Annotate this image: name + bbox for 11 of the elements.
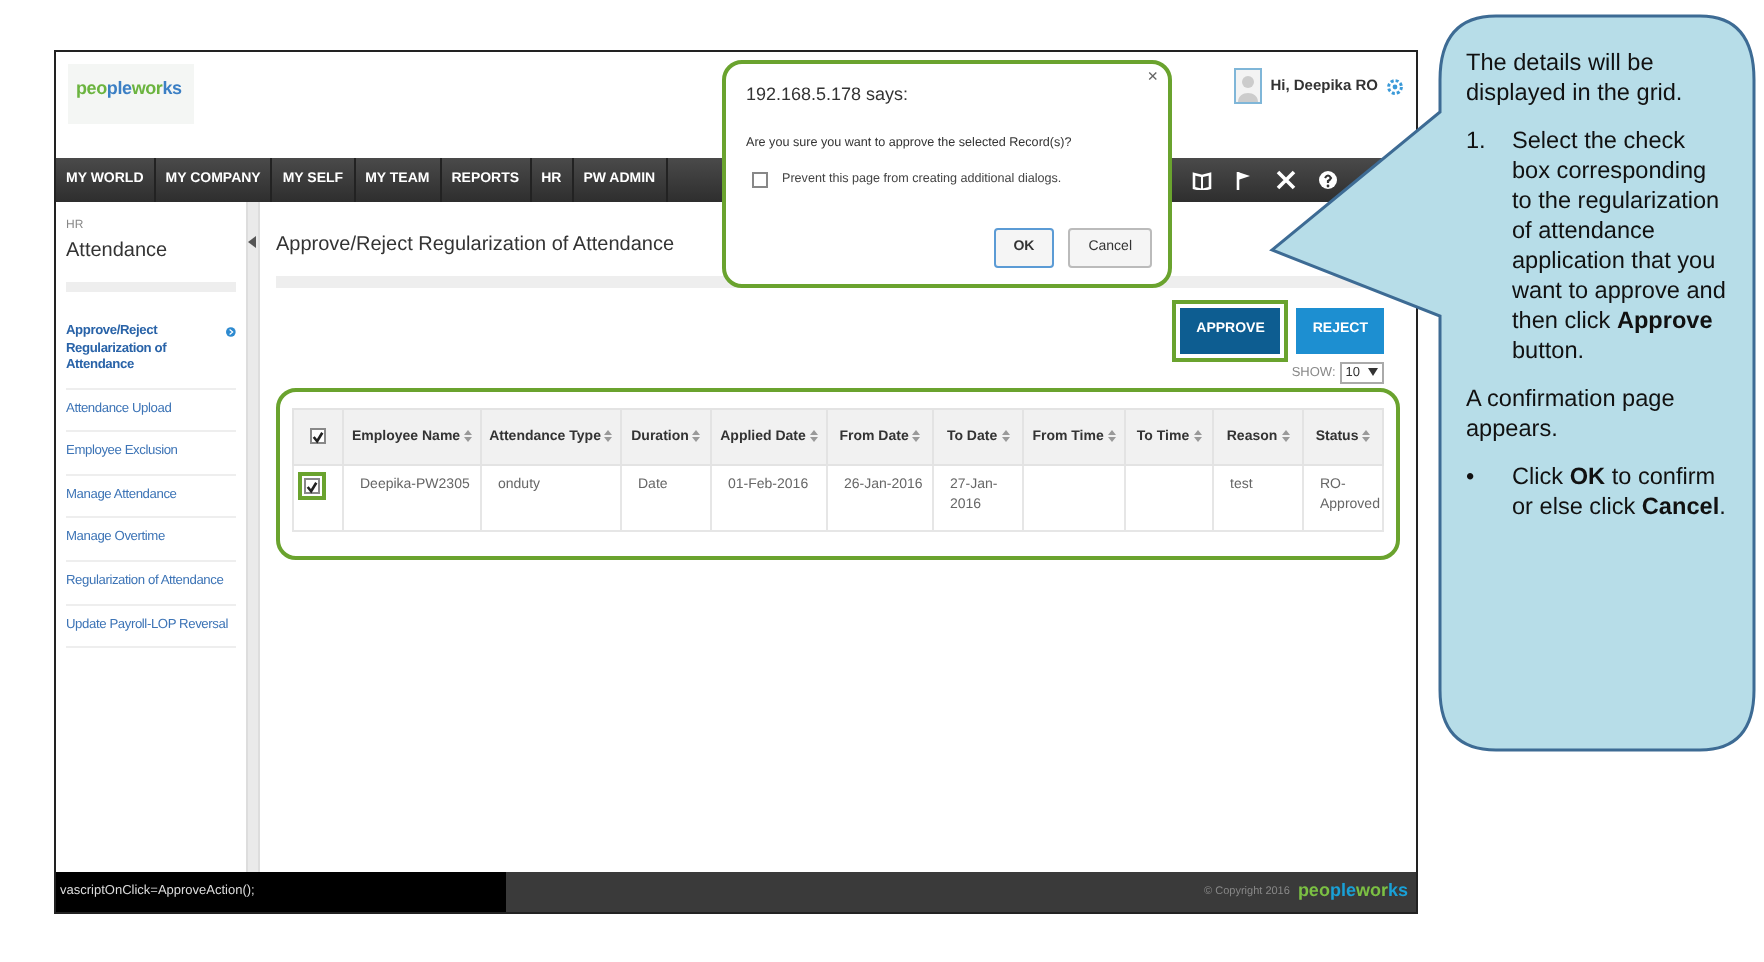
list-marker: 1. [1466, 125, 1488, 158]
close-button[interactable]: × [1147, 64, 1158, 91]
callout-text: Select the check box corresponding to the regularization of attendance application that you want to approve and then click Approve button. [1512, 125, 1726, 366]
dialog-title: 192.168.5.178 says: [746, 82, 911, 108]
sidebar-title: Attendance [66, 236, 236, 292]
app-logo[interactable]: peopleworks [68, 64, 194, 123]
footer-logo: peopleworks [1297, 878, 1408, 905]
callout-text: The details will be displayed in the grid. [1466, 48, 1685, 108]
list-marker: • [1466, 461, 1477, 494]
callout-text: Click OK to confirm or else click Cancel. [1512, 461, 1726, 522]
callout-text: A confirmation page appears. [1466, 383, 1677, 444]
